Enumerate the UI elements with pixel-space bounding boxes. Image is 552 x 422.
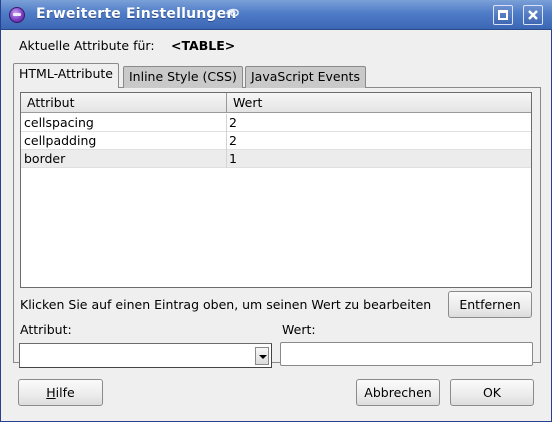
attribute-field-label: Attribut: xyxy=(20,322,72,337)
help-mnemonic: H xyxy=(46,385,56,400)
table-header: Attribut Wert xyxy=(21,93,531,113)
value-cell: 1 xyxy=(229,151,237,166)
attribute-cell: cellpadding xyxy=(21,132,227,150)
dialog-window: Erweiterte Einstellungen Aktuelle Attrib… xyxy=(0,0,552,422)
attribute-combobox[interactable] xyxy=(19,343,272,368)
table-row[interactable]: cellpadding 2 xyxy=(21,132,531,150)
maximize-icon[interactable] xyxy=(493,5,513,25)
swirl-icon xyxy=(226,8,239,17)
tab-html-attribute[interactable]: HTML-Attribute xyxy=(13,63,119,88)
value-cell: 2 xyxy=(229,115,237,130)
chevron-down-icon[interactable] xyxy=(255,347,269,365)
attribute-cell: cellspacing xyxy=(21,114,227,132)
ok-button[interactable]: OK xyxy=(450,379,534,406)
help-button[interactable]: Hilfe xyxy=(18,379,103,406)
column-header-attribute[interactable]: Attribut xyxy=(21,93,227,113)
tab-inline-style[interactable]: Inline Style (CSS) xyxy=(123,66,243,88)
value-field-label: Wert: xyxy=(282,322,316,337)
column-header-value[interactable]: Wert xyxy=(227,93,531,113)
title-bar[interactable]: Erweiterte Einstellungen xyxy=(1,0,552,30)
edit-hint-text: Klicken Sie auf einen Eintrag oben, um s… xyxy=(20,297,432,312)
help-label-rest: ilfe xyxy=(55,385,75,400)
cancel-button[interactable]: Abbrechen xyxy=(356,379,440,406)
window-title: Erweiterte Einstellungen xyxy=(36,6,237,22)
tab-javascript-events[interactable]: JavaScript Events xyxy=(245,66,366,88)
attribute-cell: border xyxy=(21,150,227,168)
value-cell: 2 xyxy=(229,133,237,148)
app-globe-icon xyxy=(9,7,25,23)
remove-button[interactable]: Entfernen xyxy=(448,291,532,318)
attribute-table[interactable]: Attribut Wert cellspacing 2 cellpadding … xyxy=(20,92,532,288)
value-input[interactable] xyxy=(280,342,533,366)
current-element-name: <TABLE> xyxy=(171,38,236,53)
table-row[interactable]: cellspacing 2 xyxy=(21,114,531,132)
current-attributes-label: Aktuelle Attribute für: xyxy=(19,38,155,53)
table-row[interactable]: border 1 xyxy=(21,150,531,168)
close-icon[interactable] xyxy=(523,5,543,25)
